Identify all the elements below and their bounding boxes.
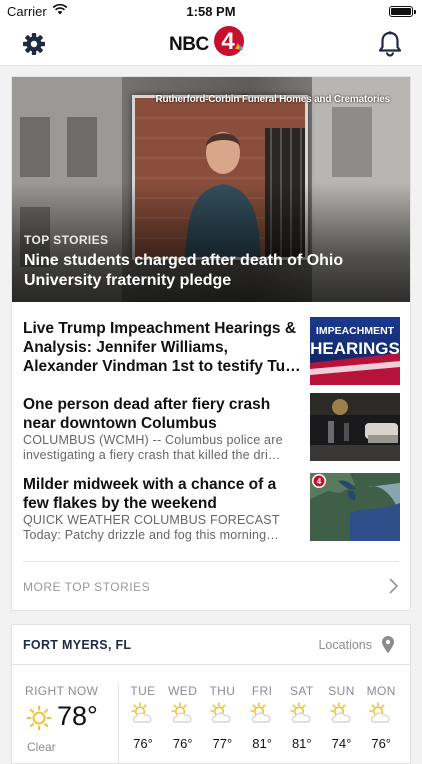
forecast-day: TUE 76° — [123, 684, 163, 751]
story-thumbnail[interactable] — [310, 393, 400, 461]
forecast-day-name: SUN — [328, 684, 355, 698]
forecast-temperature: 77° — [212, 736, 233, 751]
story-thumbnail[interactable]: IMPEACHMENT HEARINGS — [310, 317, 400, 385]
nav-bar: NBC 4 — [0, 22, 422, 66]
location-pin-icon — [382, 636, 394, 653]
partly-cloudy-icon — [210, 702, 231, 723]
story-description: QUICK WEATHER COLUMBUS FORECAST Today: P… — [23, 513, 280, 542]
current-temperature: 78° — [57, 701, 98, 731]
story-title[interactable]: Milder midweek with a chance of a few fl… — [23, 475, 303, 513]
nbc4-logo: NBC 4 — [169, 25, 255, 61]
list-item[interactable]: Live Trump Impeachment Hearings & Analys… — [23, 317, 400, 387]
partly-cloudy-icon — [329, 702, 350, 723]
current-condition: Clear — [27, 740, 56, 754]
forecast-temperature: 74° — [331, 736, 352, 751]
story-title[interactable]: Live Trump Impeachment Hearings & Analys… — [23, 319, 303, 376]
logo-number: 4 — [221, 28, 235, 55]
partly-cloudy-icon — [250, 702, 271, 723]
forecast-day: SUN 74° — [322, 684, 362, 751]
current-conditions: RIGHT NOW 78° Clear — [25, 684, 115, 754]
status-bar: Carrier 1:58 PM — [0, 0, 422, 22]
forecast-temperature: 76° — [371, 736, 392, 751]
logo-text: NBC — [169, 34, 209, 55]
forecast-temperature: 76° — [133, 736, 153, 751]
list-item[interactable]: Milder midweek with a chance of a few fl… — [23, 473, 400, 543]
forecast-day-name: FRI — [251, 684, 273, 698]
sun-icon — [26, 705, 52, 731]
forecast-day-name: MON — [366, 684, 396, 698]
divider — [23, 561, 399, 562]
top-stories-card: Rutherford-Corbin Funeral Homes and Crem… — [11, 76, 411, 611]
divider — [118, 683, 119, 763]
clock: 1:58 PM — [186, 4, 236, 19]
hero-story[interactable]: Rutherford-Corbin Funeral Homes and Crem… — [12, 77, 410, 302]
forecast-day: WED 76° — [163, 684, 203, 751]
forecast-day-name: WED — [168, 684, 198, 698]
battery-icon — [389, 6, 416, 17]
more-top-stories-label: MORE TOP STORIES — [23, 580, 151, 594]
thumb-badge: 4 — [317, 477, 322, 486]
partly-cloudy-icon — [369, 702, 390, 723]
bell-icon[interactable] — [375, 30, 405, 58]
locations-label: Locations — [318, 638, 372, 652]
story-title[interactable]: One person dead after fiery crash near d… — [23, 395, 303, 433]
forecast-day: THU 77° — [202, 684, 242, 751]
hero-image-caption: Rutherford-Corbin Funeral Homes and Crem… — [155, 94, 390, 105]
hero-headline[interactable]: Nine students charged after death of Ohi… — [24, 251, 394, 291]
weather-card: FORT MYERS, FL Locations RIGHT NOW 78° C… — [11, 624, 411, 764]
forecast-day-name: THU — [209, 684, 236, 698]
forecast-temperature: 76° — [172, 736, 193, 751]
divider — [12, 664, 410, 665]
hero-section-label: TOP STORIES — [24, 233, 109, 247]
forecast-day-name: TUE — [130, 684, 156, 698]
weather-location: FORT MYERS, FL — [23, 638, 132, 652]
partly-cloudy-icon — [131, 702, 152, 723]
partly-cloudy-icon — [289, 702, 311, 723]
gear-icon[interactable] — [19, 30, 49, 58]
thumb-text-line1: IMPEACHMENT — [316, 325, 395, 337]
forecast-temperature: 81° — [291, 736, 312, 751]
forecast-day: MON 76° — [361, 684, 401, 751]
thumb-text-line2: HEARINGS — [310, 339, 400, 358]
right-now-label: RIGHT NOW — [25, 684, 99, 698]
locations-button[interactable]: Locations — [304, 634, 394, 656]
forecast-day: FRI 81° — [242, 684, 282, 751]
more-top-stories-button[interactable]: MORE TOP STORIES — [23, 573, 399, 601]
chevron-right-icon — [389, 578, 399, 594]
list-item[interactable]: One person dead after fiery crash near d… — [23, 393, 400, 463]
story-description: COLUMBUS (WCMH) -- Columbus police are i… — [23, 433, 283, 462]
forecast-temperature: 81° — [252, 736, 272, 751]
forecast-day: SAT 81° — [282, 684, 322, 751]
partly-cloudy-icon — [170, 702, 192, 723]
story-thumbnail[interactable]: 4 — [310, 473, 400, 541]
forecast-day-name: SAT — [289, 684, 314, 698]
